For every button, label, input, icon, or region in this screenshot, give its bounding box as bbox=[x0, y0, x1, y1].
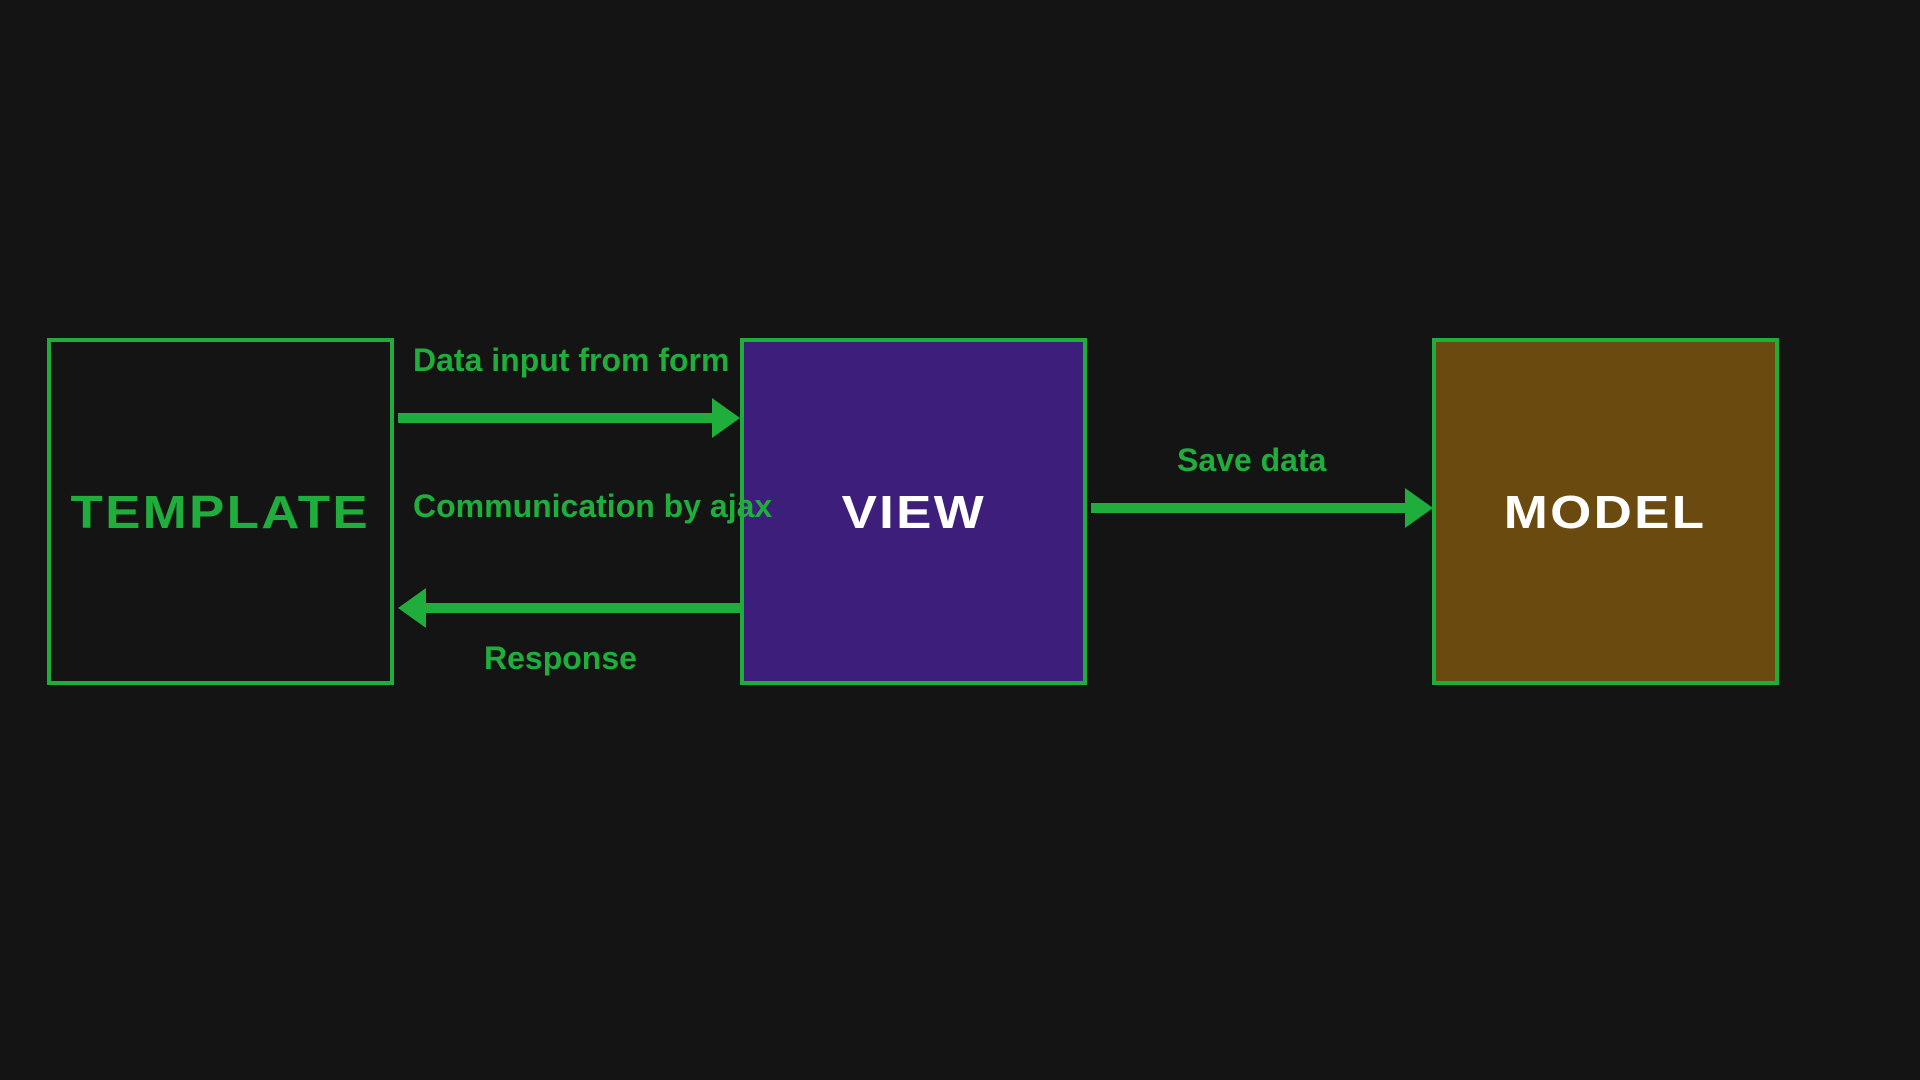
arrow-view-to-template-line bbox=[424, 603, 740, 613]
view-box: VIEW bbox=[740, 338, 1087, 685]
arrow-view-to-template-head bbox=[398, 588, 426, 628]
model-label: MODEL bbox=[1504, 485, 1707, 539]
edge-label-data-input: Data input from form bbox=[413, 342, 729, 379]
arrow-template-to-view-head bbox=[712, 398, 740, 438]
template-label: TEMPLATE bbox=[71, 485, 371, 539]
edge-label-ajax: Communication by ajax bbox=[413, 488, 772, 525]
arrow-view-to-model-line bbox=[1091, 503, 1409, 513]
arrow-view-to-model-head bbox=[1405, 488, 1433, 528]
model-box: MODEL bbox=[1432, 338, 1779, 685]
edge-label-save-data: Save data bbox=[1177, 442, 1326, 479]
edge-label-response: Response bbox=[484, 640, 637, 677]
view-label: VIEW bbox=[841, 485, 985, 539]
template-box: TEMPLATE bbox=[47, 338, 394, 685]
arrow-template-to-view-line bbox=[398, 413, 716, 423]
